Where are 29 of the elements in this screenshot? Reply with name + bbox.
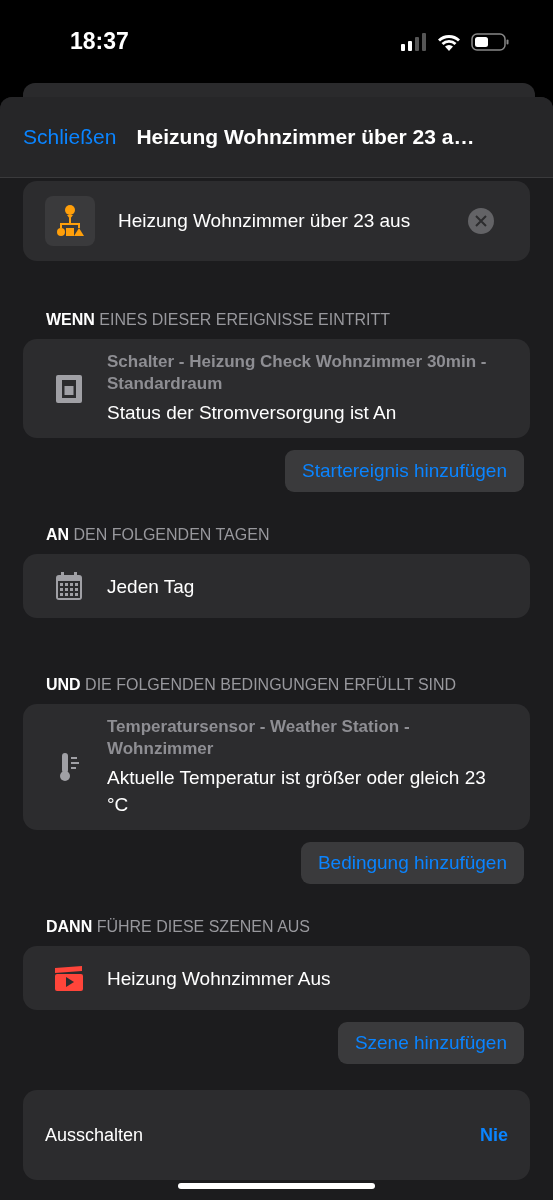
wifi-icon (437, 32, 461, 51)
item-subtitle: Temperatursensor - Weather Station - Wohnzimmer (107, 716, 411, 760)
calendar-row[interactable]: Jeden Tag (23, 554, 530, 618)
turn-off-label: Ausschalten (45, 1124, 144, 1146)
section-heading: DANN FÜHRE DIESE SZENEN AUS (45, 918, 312, 936)
section-heading: AN DEN FOLGENDEN TAGEN (45, 526, 271, 544)
turn-off-row[interactable]: Ausschalten Nie (23, 1090, 530, 1180)
sheet-title: Heizung Wohnzimmer über 23 a… (136, 125, 475, 149)
switch-icon (55, 373, 83, 404)
turn-off-value[interactable]: Nie (480, 1124, 508, 1146)
scene-row[interactable]: Heizung Wohnzimmer Aus (23, 946, 530, 1010)
automation-icon[interactable] (45, 196, 95, 246)
section-heading: UND DIE FOLGENDEN BEDINGUNGEN ERFÜLLT SIND (45, 676, 458, 694)
automation-name[interactable]: Heizung Wohnzimmer über 23 aus (118, 210, 445, 232)
switch-row[interactable]: Schalter - Heizung Check Wohnzimmer 30min - Standardraum Status der Stromversorgung ist An (23, 339, 530, 438)
thermometer-row[interactable]: Temperatursensor - Weather Station - Wohnzimmer Aktuelle Temperatur ist größer oder gleich 23 °C (23, 704, 530, 830)
clapperboard-icon (54, 964, 84, 992)
battery-icon (471, 32, 509, 51)
clock-time: 18:37 (70, 28, 129, 55)
thermometer-icon (58, 752, 80, 782)
section-heading: WENN EINES DIESER EREIGNISSE EINTRITT (45, 311, 392, 329)
item-text: Heizung Wohnzimmer Aus (107, 966, 331, 991)
signal-icon (401, 32, 427, 51)
close-button[interactable]: Schließen (23, 125, 117, 149)
item-text: Status der Stromversorgung ist An (107, 401, 398, 425)
calendar-icon (55, 571, 83, 601)
item-subtitle: Schalter - Heizung Check Wohnzimmer 30min - Standardraum (107, 351, 488, 395)
item-text: Jeden Tag (107, 574, 195, 599)
item-text: Aktuelle Temperatur ist größer oder gleich 23 °C (107, 766, 487, 817)
